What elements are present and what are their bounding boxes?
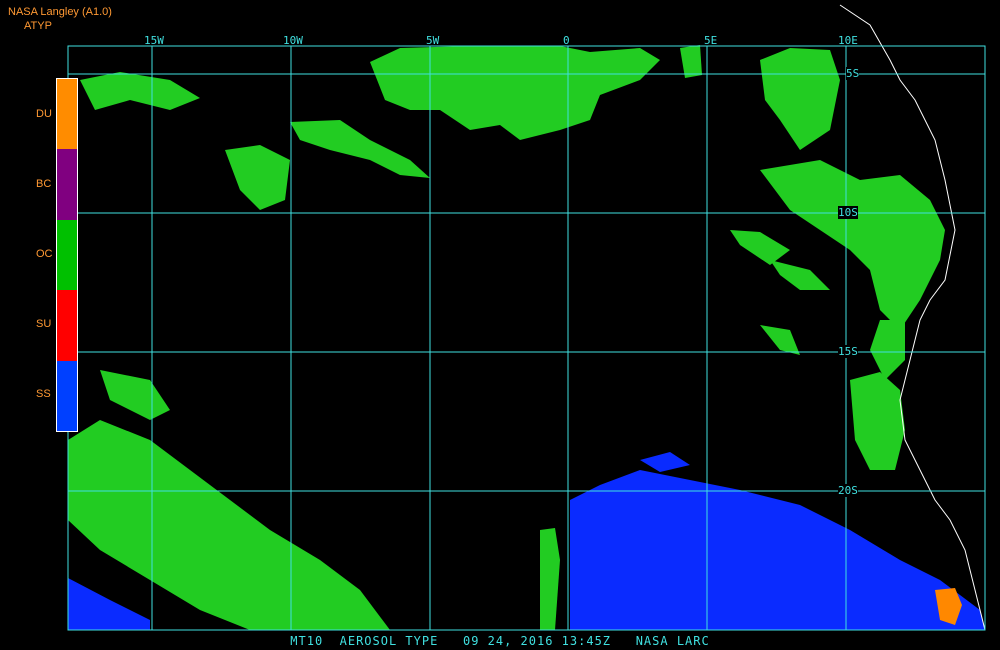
- legend-label-du: DU: [36, 108, 52, 120]
- footer-caption: MT10 AEROSOL TYPE 09 24, 2016 13:45Z NAS…: [290, 634, 710, 648]
- legend-swatch-bc: [57, 149, 77, 220]
- lat-label-10s: 10S: [838, 206, 858, 219]
- lon-label-10e: 10E: [838, 34, 858, 47]
- lon-label-5e: 5E: [704, 34, 718, 47]
- lat-label-15s: 15S: [838, 345, 858, 358]
- lat-label-20s: 20S: [838, 484, 858, 497]
- legend-swatch-su: [57, 290, 77, 361]
- lon-label-15w: 15W: [144, 34, 164, 47]
- lat-label-5s: 5S: [846, 67, 860, 80]
- legend-label-su: SU: [36, 318, 52, 330]
- lon-label-5w: 5W: [426, 34, 440, 47]
- legend-swatch-du: [57, 79, 77, 150]
- lon-label-10w: 10W: [283, 34, 303, 47]
- legend-label-ss: SS: [36, 388, 51, 400]
- legend-swatch-ss: [57, 360, 77, 431]
- legend-label-bc: BC: [36, 178, 52, 190]
- aerosol-type-legend: [56, 78, 78, 432]
- legend-swatch-oc: [57, 219, 77, 291]
- legend-label-oc: OC: [36, 248, 53, 260]
- coastline: [839, 4, 986, 631]
- lon-label-0: 0: [563, 34, 570, 47]
- aerosol-map: [67, 4, 986, 631]
